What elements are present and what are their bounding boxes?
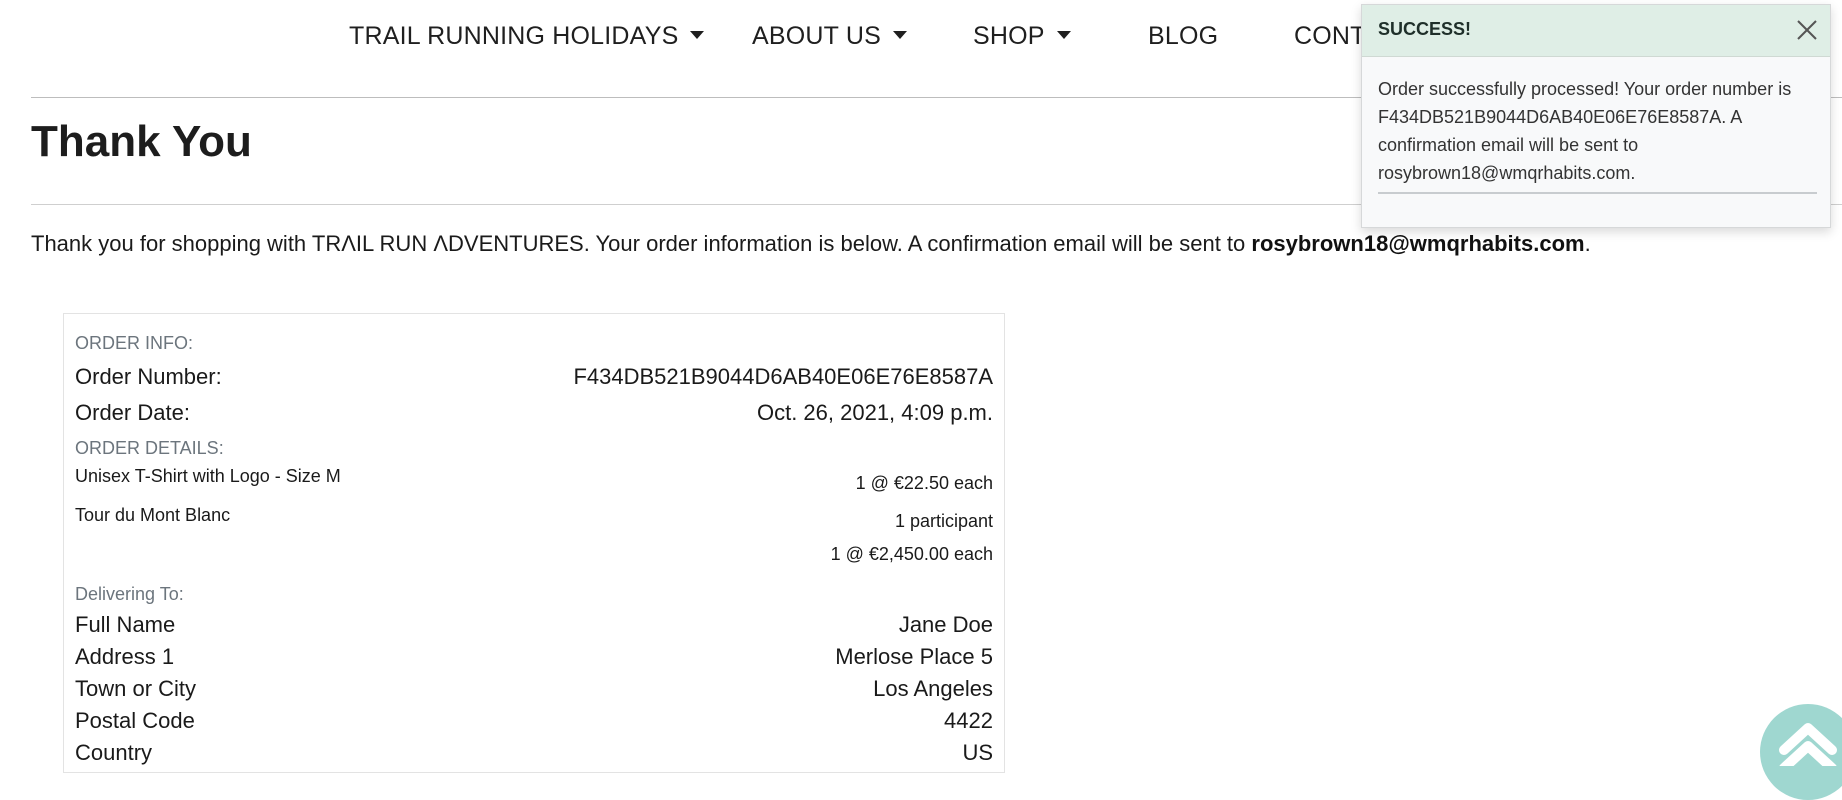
- caret-down-icon: [690, 31, 705, 40]
- order-date-label: Order Date:: [75, 400, 190, 425]
- delivery-value: Merlose Place 5: [835, 644, 993, 669]
- page-title: Thank You: [31, 117, 252, 166]
- toast-progress-line: [1378, 192, 1817, 194]
- nav-label: BLOG: [1148, 22, 1219, 50]
- nav-blog[interactable]: BLOG: [1148, 22, 1218, 51]
- delivery-label: Postal Code: [75, 708, 195, 733]
- item-name: Tour du Mont Blanc: [75, 505, 231, 525]
- intro-email: rosybrown18@wmqrhabits.com: [1251, 231, 1585, 256]
- caret-down-icon: [892, 31, 907, 40]
- close-icon[interactable]: [1794, 17, 1820, 43]
- delivery-label: Country: [75, 740, 153, 765]
- nav-label: TRAIL RUNNING HOLIDAYS: [349, 22, 679, 50]
- section-heading: ORDER DETAILS:: [75, 438, 224, 458]
- nav-label: SHOP: [973, 22, 1045, 50]
- order-date-value: Oct. 26, 2021, 4:09 p.m.: [756, 400, 993, 425]
- delivery-value: Los Angeles: [873, 676, 993, 701]
- section-heading: Delivering To:: [75, 584, 184, 604]
- item-qty-price: 1 @ €22.50 each: [855, 473, 993, 493]
- delivery-label: Address 1: [75, 644, 175, 669]
- delivery-value: US: [962, 740, 993, 765]
- section-heading: ORDER INFO:: [75, 333, 194, 353]
- intro-text: Thank you for shopping with TRΛIL RUN ΛD…: [31, 231, 1591, 257]
- back-to-top-button[interactable]: [1760, 704, 1842, 800]
- intro-message: Thank you for shopping with TRΛIL RUN ΛD…: [31, 231, 1252, 256]
- toast-title: SUCCESS!: [1378, 19, 1472, 39]
- toast-message: Order successfully processed! Your order…: [1378, 79, 1792, 183]
- item-name: Unisex T-Shirt with Logo - Size M: [75, 466, 341, 486]
- nav-shop[interactable]: SHOP: [973, 22, 1071, 51]
- nav-about-us[interactable]: ABOUT US: [752, 22, 907, 51]
- toast-header: SUCCESS!: [1362, 5, 1830, 57]
- item-participants: 1 participant: [894, 511, 993, 531]
- nav-trail-running-holidays[interactable]: TRAIL RUNNING HOLIDAYS: [349, 22, 705, 51]
- order-number-label: Order Number:: [75, 364, 222, 389]
- delivery-label: Town or City: [75, 676, 197, 701]
- order-summary-card: ORDER INFO: Order Number: F434DB521B9044…: [63, 313, 1005, 773]
- order-number-value: F434DB521B9044D6AB40E06E76E8587A: [573, 364, 993, 389]
- delivery-value: 4422: [944, 708, 993, 733]
- success-toast: SUCCESS! Order successfully processed! Y…: [1361, 4, 1831, 228]
- delivery-label: Full Name: [75, 612, 176, 637]
- delivery-value: Jane Doe: [898, 612, 993, 637]
- intro-end: .: [1584, 231, 1591, 256]
- caret-down-icon: [1056, 31, 1071, 40]
- item-qty-price: 1 @ €2,450.00 each: [830, 544, 993, 564]
- nav-label: ABOUT US: [752, 22, 881, 50]
